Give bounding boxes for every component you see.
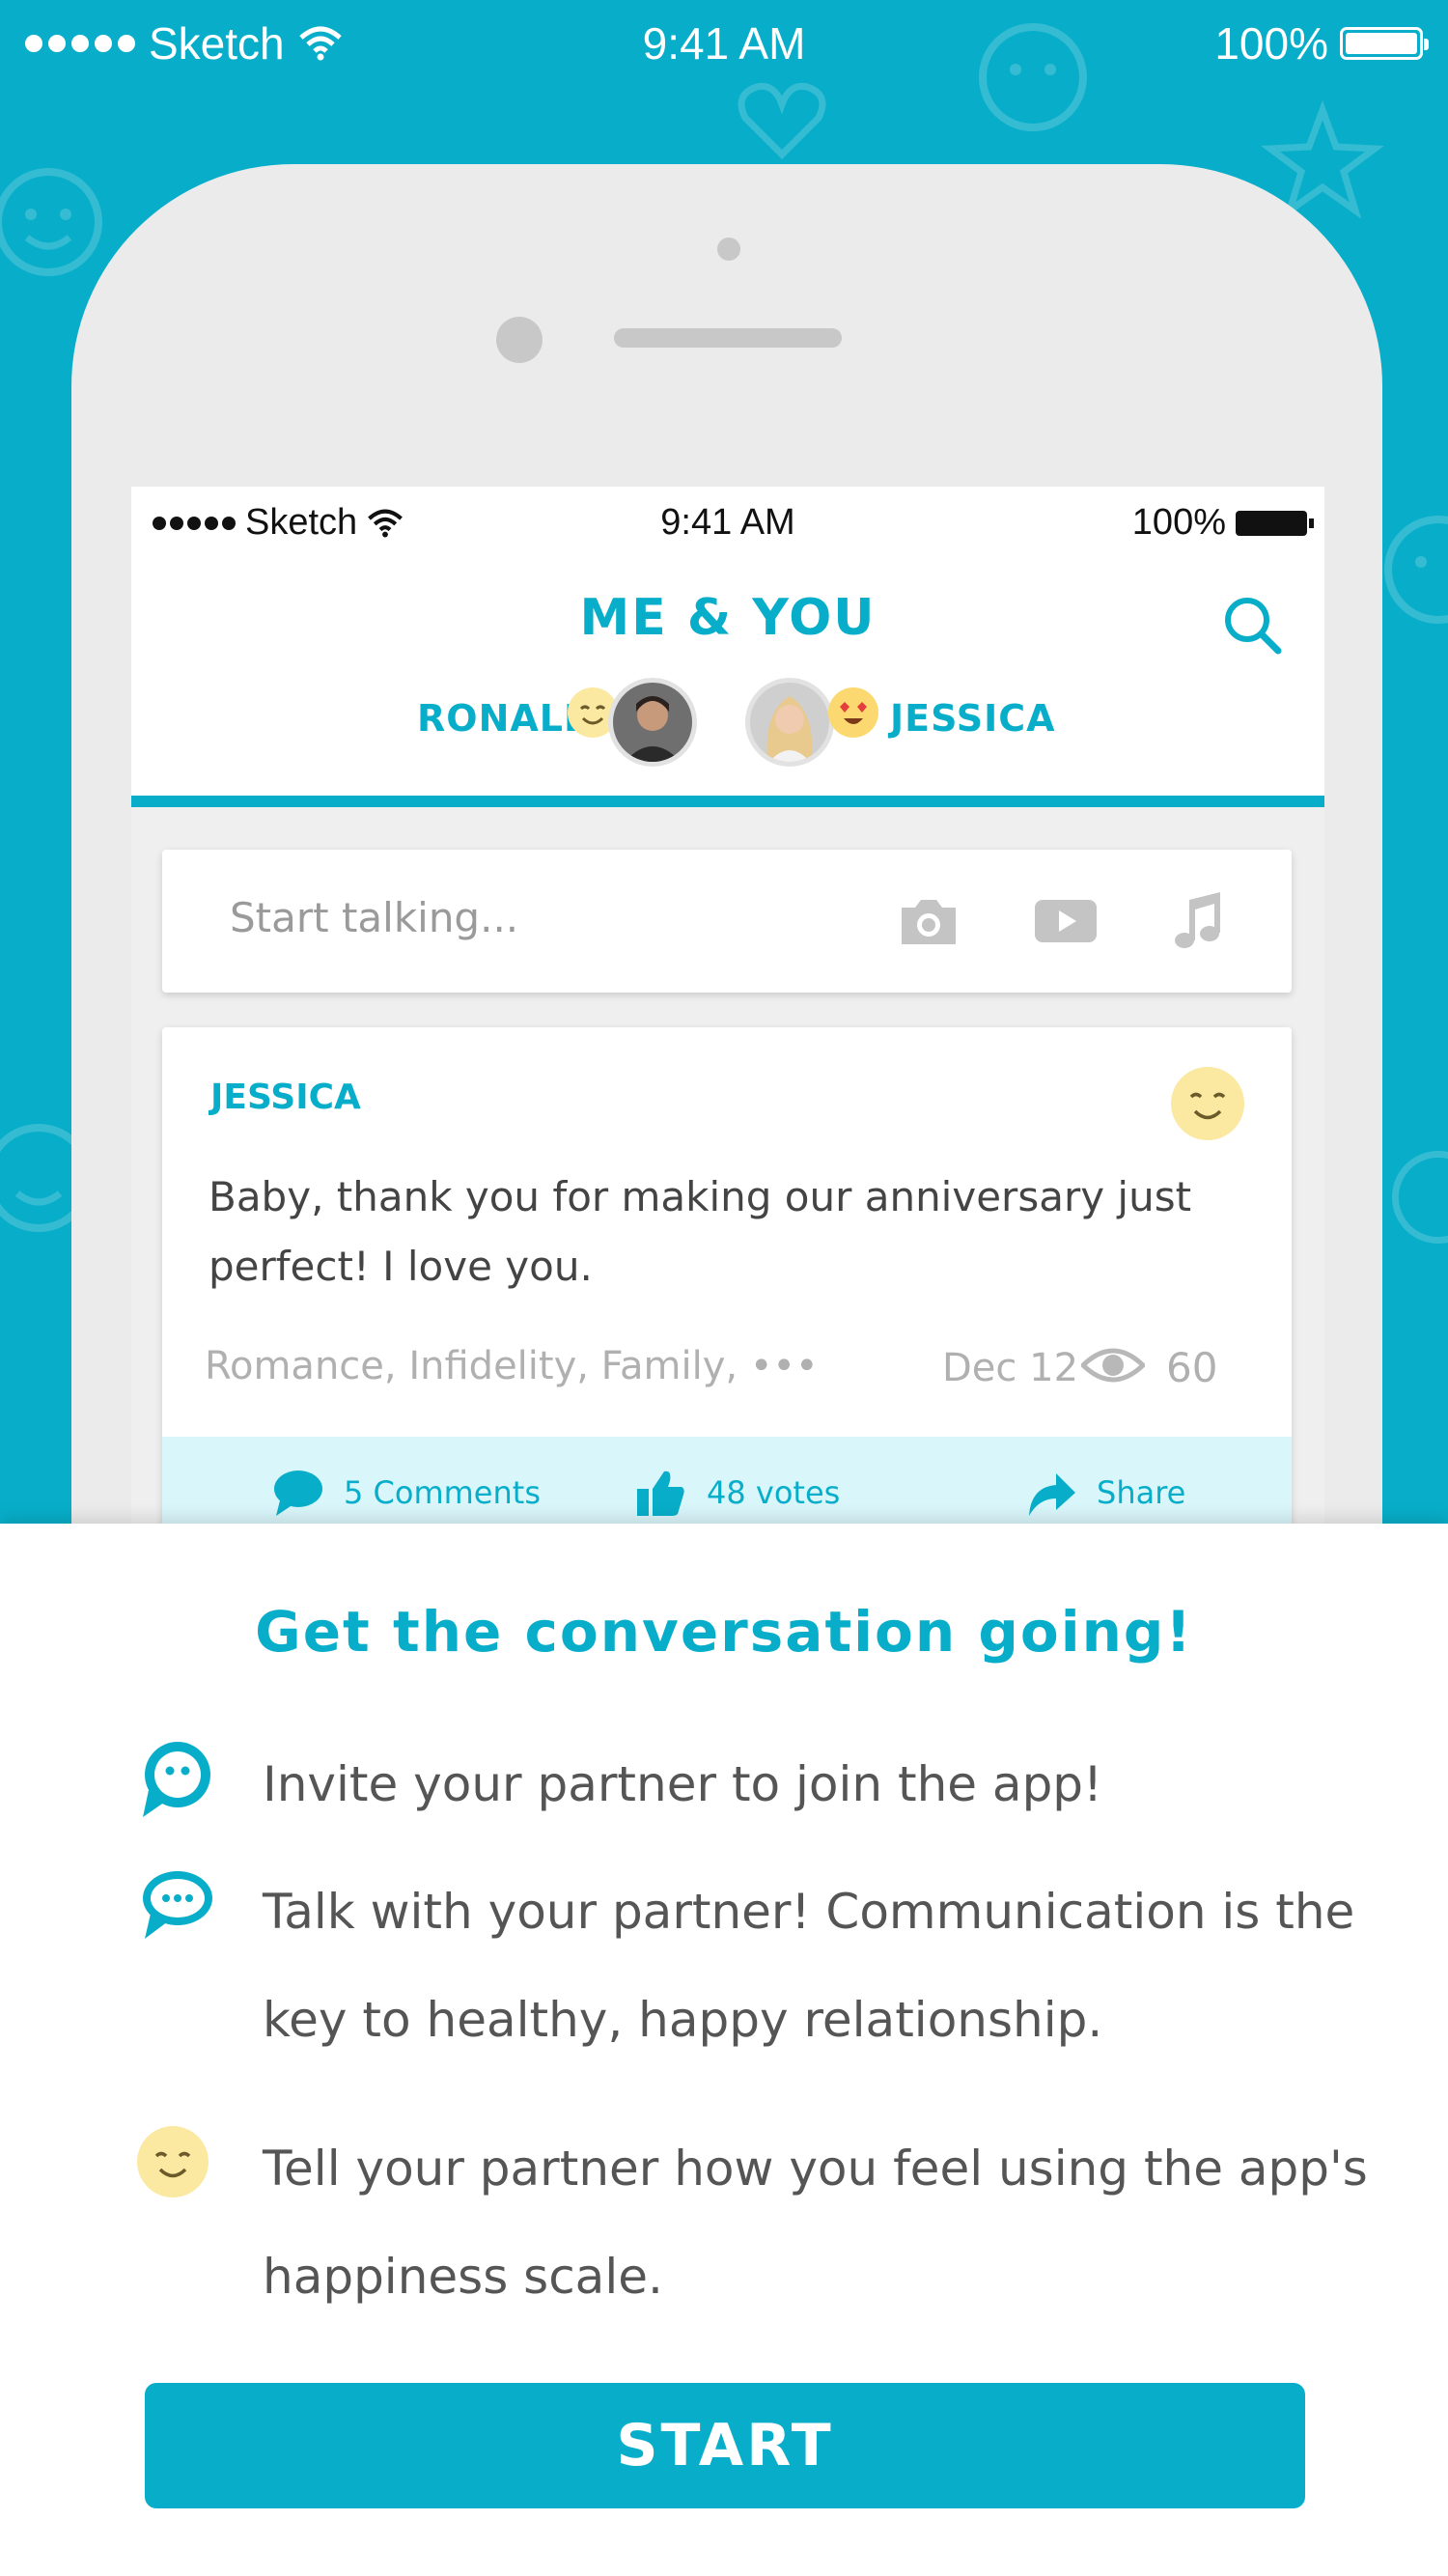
inner-battery-icon (1236, 510, 1314, 536)
status-bar: Sketch 9:41 AM 100% (0, 0, 1448, 87)
hero-background: Sketch 9:41 AM 100% Sketch 9:41 AM 100% … (0, 0, 1448, 1524)
status-battery: 100% (1214, 17, 1429, 70)
post-date: Dec 12 (942, 1346, 1079, 1390)
app-header: ME & YOU RONALD JESSICA (131, 554, 1324, 807)
music-icon[interactable] (1166, 888, 1232, 954)
chat-bubble-face-icon (143, 1742, 210, 1817)
background-doodle-icon (1384, 516, 1448, 624)
comment-icon (274, 1470, 322, 1516)
composer-input[interactable]: Start talking... (230, 894, 518, 941)
votes-label: 48 votes (707, 1474, 841, 1511)
share-label: Share (1097, 1474, 1186, 1511)
composer[interactable]: Start talking... (162, 850, 1292, 993)
heart-eyes-emoji-icon (828, 687, 878, 738)
chat-bubble-dots-icon (143, 1871, 212, 1939)
post-author: JESSICA (210, 1078, 361, 1117)
feature-text-invite: Invite your partner to join the app! (263, 1756, 1103, 1812)
battery-label: 100% (1214, 18, 1328, 69)
feature-text-talk: Talk with your partner! Communication is… (263, 1884, 1355, 2048)
thumbs-up-icon (637, 1470, 684, 1516)
background-doodle-icon (738, 82, 826, 159)
eye-icon (1081, 1348, 1145, 1383)
app-screen-preview: Sketch 9:41 AM 100% ME & YOU RONALD JESS… (131, 487, 1324, 1524)
phone-speaker (614, 328, 842, 348)
avatar-jessica[interactable] (745, 678, 834, 767)
sheet-title: Get the conversation going! (255, 1599, 1193, 1665)
feature-text-mood: Tell your partner how you feel using the… (263, 2141, 1368, 2305)
votes-button[interactable]: 48 votes (633, 1466, 840, 1520)
onboarding-sheet: Get the conversation going! Invite your … (0, 1524, 1448, 2576)
avatar-jessica-image (750, 683, 829, 762)
background-doodle-icon (1392, 1151, 1448, 1244)
comments-label: 5 Comments (344, 1474, 541, 1511)
inner-status-bar: Sketch 9:41 AM 100% (131, 487, 1324, 554)
background-doodle-icon (0, 168, 102, 276)
smiley-icon (137, 2126, 209, 2198)
post-actions-bar: 5 Comments 48 votes Share (162, 1437, 1292, 1524)
phone-sensor (717, 238, 740, 261)
mood-smiley-icon (1171, 1067, 1244, 1140)
share-button[interactable]: Share (1023, 1466, 1185, 1520)
phone-camera (496, 317, 543, 363)
partner-right-name: JESSICA (890, 697, 1056, 740)
start-button[interactable]: START (145, 2383, 1305, 2508)
avatar-ronald-image (613, 683, 692, 762)
post-body: Baby, thank you for making our anniversa… (209, 1173, 1192, 1290)
app-title: ME & YOU (579, 589, 877, 647)
share-icon (1029, 1473, 1075, 1516)
partner-right[interactable]: JESSICA (890, 697, 1056, 740)
camera-icon[interactable] (896, 888, 961, 954)
post-view-count: 60 (1166, 1344, 1218, 1391)
avatar-ronald[interactable] (608, 678, 697, 767)
comments-button[interactable]: 5 Comments (270, 1466, 541, 1520)
post-card[interactable]: JESSICA Baby, thank you for making our a… (162, 1027, 1292, 1524)
inner-battery-label: 100% (1131, 502, 1226, 543)
post-tags[interactable]: Romance, Infidelity, Family, ••• (205, 1344, 819, 1388)
inner-status-battery: 100% (1131, 502, 1314, 544)
battery-icon (1340, 27, 1429, 60)
search-icon[interactable] (1218, 591, 1286, 658)
video-icon[interactable] (1033, 888, 1099, 954)
